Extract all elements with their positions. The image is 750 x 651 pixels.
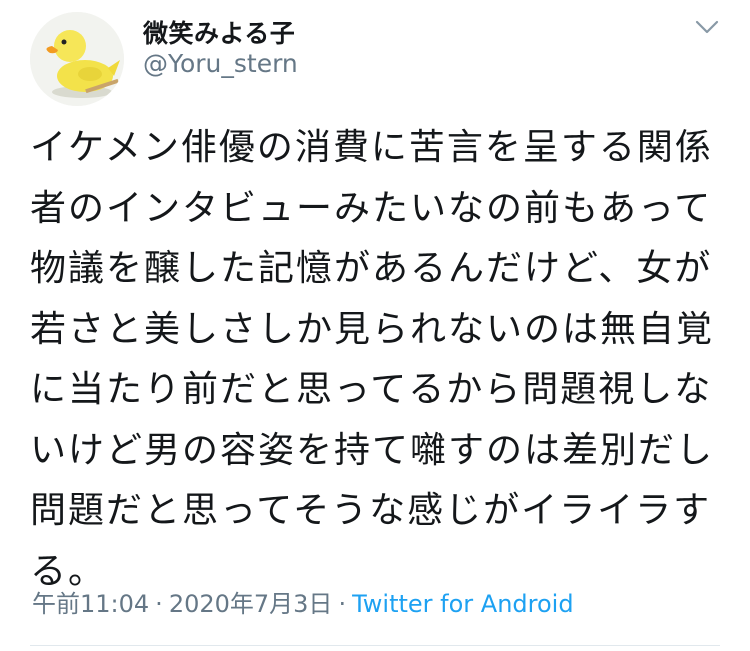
meta-separator-2: · [338, 590, 347, 618]
display-name[interactable]: 微笑みよる子 [143, 14, 295, 50]
divider [30, 645, 720, 646]
tweet-text: イケメン俳優の消費に苦言を呈する関係者のインタビューみたいなの前もあって物議を醸… [30, 127, 715, 592]
chevron-down-icon [695, 20, 719, 34]
user-handle[interactable]: @Yoru_stern [143, 49, 298, 78]
tweet-date: 2020年7月3日 [168, 590, 333, 618]
tweet-time: 午前11:04 [32, 590, 150, 618]
avatar[interactable] [30, 12, 124, 106]
tweet-source-link[interactable]: Twitter for Android [352, 590, 573, 618]
tweet-meta: 午前11:04 · 2020年7月3日 · Twitter for Android [32, 584, 574, 619]
meta-separator: · [155, 590, 163, 618]
rubber-duck-avatar-icon [30, 12, 124, 106]
more-options-button[interactable] [690, 10, 724, 44]
